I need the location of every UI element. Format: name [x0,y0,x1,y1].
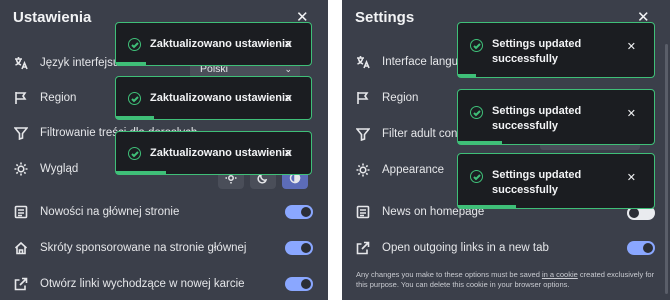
toast-close-icon[interactable]: ✕ [284,147,293,160]
toast-close-icon[interactable]: ✕ [627,171,636,184]
toast-close-icon[interactable]: ✕ [627,40,636,53]
toast-progress-bar [458,205,516,208]
newspaper-icon [14,205,28,219]
toast-notification: Zaktualizowano ustawienia ✕ [115,76,312,120]
setting-row-homepage-news: Nowości na głównej stronie [14,201,179,223]
setting-label: Skróty sponsorowane na stronie głównej [40,242,247,254]
toast-message: Zaktualizowano ustawienia [150,38,292,50]
setting-label: Otwórz linki wychodzące w nowej karcie [40,278,245,290]
check-circle-icon [128,147,141,160]
toast-progress-bar [116,116,154,119]
toast-message: Zaktualizowano ustawienia [150,147,292,159]
setting-label: Region [382,92,419,104]
toast-notification: Zaktualizowano ustawienia ✕ [115,131,312,175]
toast-close-icon[interactable]: ✕ [284,38,293,51]
check-circle-icon [470,39,483,52]
toast-progress-bar [458,74,476,77]
toast-notification: Settings updated successfully ✕ [457,22,655,78]
toast-message-line: successfully [492,53,559,65]
toast-progress-bar [458,141,502,144]
toast-message: Zaktualizowano ustawienia [150,92,292,104]
setting-label: Wygląd [40,163,79,175]
toast-progress-bar [116,62,146,65]
open-links-toggle[interactable] [285,277,313,291]
translate-icon [14,56,28,70]
setting-row-open-links-new-tab: Otwórz linki wychodzące w nowej karcie [14,273,245,295]
cookie-notice: Any changes you make to these options mu… [356,270,661,290]
filter-icon [356,127,370,141]
check-circle-icon [128,38,141,51]
cookie-link[interactable]: in a cookie [542,270,578,279]
sun-icon [356,163,370,177]
cookie-notice-text: Any changes you make to these options mu… [356,270,542,279]
setting-row-appearance[interactable]: Appearance [356,159,444,181]
setting-row-open-links-new-tab: Open outgoing links in a new tab [356,237,549,259]
toast-close-icon[interactable]: ✕ [284,92,293,105]
sponsored-shortcuts-toggle[interactable] [285,241,313,255]
setting-row-sponsored-shortcuts: Skróty sponsorowane na stronie głównej [14,237,246,259]
translate-icon [356,55,370,69]
toast-close-icon[interactable]: ✕ [627,107,636,120]
toast-notification: Settings updated successfully ✕ [457,89,655,145]
toast-notification: Settings updated successfully ✕ [457,153,655,209]
toast-notification: Zaktualizowano ustawienia ✕ [115,22,312,66]
toast-message: Settings updated successfully [492,104,581,134]
toast-message-line: successfully [492,184,559,196]
newspaper-icon [356,205,370,219]
setting-label: Appearance [382,164,445,176]
toast-message-line: Settings updated [492,169,582,181]
toast-message: Settings updated successfully [492,37,581,67]
setting-row-language[interactable]: Język interfejsu [14,52,119,74]
flag-icon [356,91,370,105]
setting-row-appearance[interactable]: Wygląd [14,158,78,180]
setting-label: Open outgoing links in a new tab [382,242,549,254]
toast-message-line: successfully [492,120,559,132]
settings-panel-pl: Ustawienia ✕ Język interfejsu Polski ⌄ R… [0,0,328,300]
check-circle-icon [128,92,141,105]
setting-label: Język interfejsu [40,57,120,69]
external-link-icon [14,277,28,291]
setting-label: Region [40,92,77,104]
external-link-icon [356,241,370,255]
toast-message: Settings updated successfully [492,168,581,198]
flag-icon [14,91,28,105]
settings-panel-en: Settings ✕ Interface language Region Fil… [342,0,670,300]
check-circle-icon [470,170,483,183]
filter-icon [14,126,28,140]
check-circle-icon [470,106,483,119]
homepage-news-toggle[interactable] [285,205,313,219]
open-links-toggle[interactable] [627,241,655,255]
panel-title: Ustawienia [13,9,92,26]
home-icon [14,241,28,255]
setting-row-region[interactable]: Region [356,87,418,109]
toast-progress-bar [116,171,166,174]
toast-message-line: Settings updated [492,105,582,117]
setting-row-region[interactable]: Region [14,87,76,109]
sun-icon [14,162,28,176]
scrollbar[interactable] [665,44,668,294]
toast-message-line: Settings updated [492,38,582,50]
panel-title: Settings [355,9,415,26]
setting-label: Nowości na głównej stronie [40,206,180,218]
